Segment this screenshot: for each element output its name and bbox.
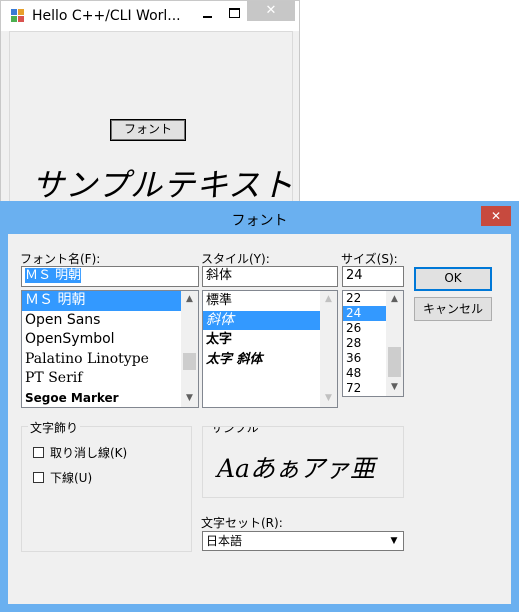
main-close-button[interactable]: ✕ xyxy=(247,1,295,21)
style-item[interactable]: 太字 xyxy=(203,330,337,350)
font-button[interactable]: フォント xyxy=(110,119,186,141)
effects-group: 文字飾り 取り消し線(K) 下線(U) xyxy=(21,419,192,552)
font-name-item[interactable]: Palatino Linotype xyxy=(22,350,198,370)
sample-preview-text: Aaあぁアァ亜 xyxy=(217,454,375,483)
style-item[interactable]: 斜体 xyxy=(203,310,321,330)
style-item[interactable]: 標準 xyxy=(203,291,337,311)
scroll-thumb[interactable] xyxy=(183,353,196,370)
sample-group: サンプル Aaあぁアァ亜 xyxy=(202,426,404,498)
font-name-list[interactable]: ＭＳ 明朝 Open Sans OpenSymbol Palatino Lino… xyxy=(21,290,199,408)
style-input[interactable]: 斜体 xyxy=(202,266,338,287)
size-scrollbar[interactable]: ▲ ▼ xyxy=(386,291,403,396)
main-window-title: Hello C++/CLI Worl... xyxy=(32,8,181,24)
style-scrollbar[interactable]: ▲ ▼ xyxy=(320,291,337,407)
style-value: 斜体 xyxy=(206,268,233,283)
dialog-title: フォント xyxy=(231,213,288,229)
scroll-up-arrow-icon[interactable]: ▲ xyxy=(320,291,337,308)
charset-select[interactable]: 日本語 ▼ xyxy=(202,531,404,551)
dialog-title-bar[interactable]: フォント ✕ xyxy=(0,201,519,234)
underline-label[interactable]: 下線(U) xyxy=(50,469,92,486)
sample-group-title: サンプル xyxy=(209,427,261,436)
ok-button[interactable]: OK xyxy=(414,267,492,291)
maximize-button[interactable] xyxy=(223,5,245,21)
main-title-bar[interactable]: Hello C++/CLI Worl... ✕ xyxy=(1,1,299,31)
strikeout-checkbox[interactable] xyxy=(33,447,44,458)
style-label: スタイル(Y): xyxy=(201,252,270,266)
font-name-label: フォント名(F): xyxy=(20,252,101,266)
font-dialog: フォント ✕ フォント名(F): ＭＳ 明朝 ＭＳ 明朝 Open Sans O… xyxy=(0,201,519,612)
font-name-scrollbar[interactable]: ▲ ▼ xyxy=(181,291,198,407)
effects-group-title: 文字飾り xyxy=(28,419,81,436)
scroll-down-arrow-icon[interactable]: ▼ xyxy=(386,379,403,396)
dialog-close-button[interactable]: ✕ xyxy=(481,206,511,226)
underline-checkbox[interactable] xyxy=(33,472,44,483)
strikeout-label[interactable]: 取り消し線(K) xyxy=(50,444,127,461)
scroll-up-arrow-icon[interactable]: ▲ xyxy=(386,291,403,308)
size-input[interactable]: 24 xyxy=(342,266,404,287)
font-name-item[interactable]: OpenSymbol xyxy=(22,330,198,350)
size-item[interactable]: 24 xyxy=(343,306,390,321)
font-name-item[interactable]: ＭＳ 明朝 xyxy=(22,291,198,311)
dropdown-arrow-icon[interactable]: ▼ xyxy=(386,533,402,549)
style-list[interactable]: 標準 斜体 太字 太字 斜体 ▲ ▼ xyxy=(202,290,338,408)
font-name-item[interactable]: Segoe Marker xyxy=(22,389,198,408)
scroll-down-arrow-icon[interactable]: ▼ xyxy=(320,390,337,407)
font-name-input[interactable]: ＭＳ 明朝 xyxy=(21,266,199,287)
dialog-body: フォント名(F): ＭＳ 明朝 ＭＳ 明朝 Open Sans OpenSymb… xyxy=(8,234,511,604)
charset-label: 文字セット(R): xyxy=(201,516,283,530)
scroll-up-arrow-icon[interactable]: ▲ xyxy=(181,291,198,308)
font-name-item[interactable]: PT Serif xyxy=(22,369,198,389)
font-name-item[interactable]: Open Sans xyxy=(22,311,198,331)
font-name-value: ＭＳ 明朝 xyxy=(25,268,82,283)
size-value: 24 xyxy=(346,268,363,283)
scroll-thumb[interactable] xyxy=(388,347,401,377)
minimize-button[interactable] xyxy=(197,5,219,21)
size-list[interactable]: 22 24 26 28 36 48 72 ▲ ▼ xyxy=(342,290,404,397)
charset-value: 日本語 xyxy=(206,534,243,548)
style-item[interactable]: 太字 斜体 xyxy=(203,350,337,370)
sample-text-label: サンプルテキスト xyxy=(32,166,295,204)
cancel-button[interactable]: キャンセル xyxy=(414,297,492,321)
size-label: サイズ(S): xyxy=(341,252,398,266)
app-icon xyxy=(11,9,25,23)
scroll-down-arrow-icon[interactable]: ▼ xyxy=(181,390,198,407)
